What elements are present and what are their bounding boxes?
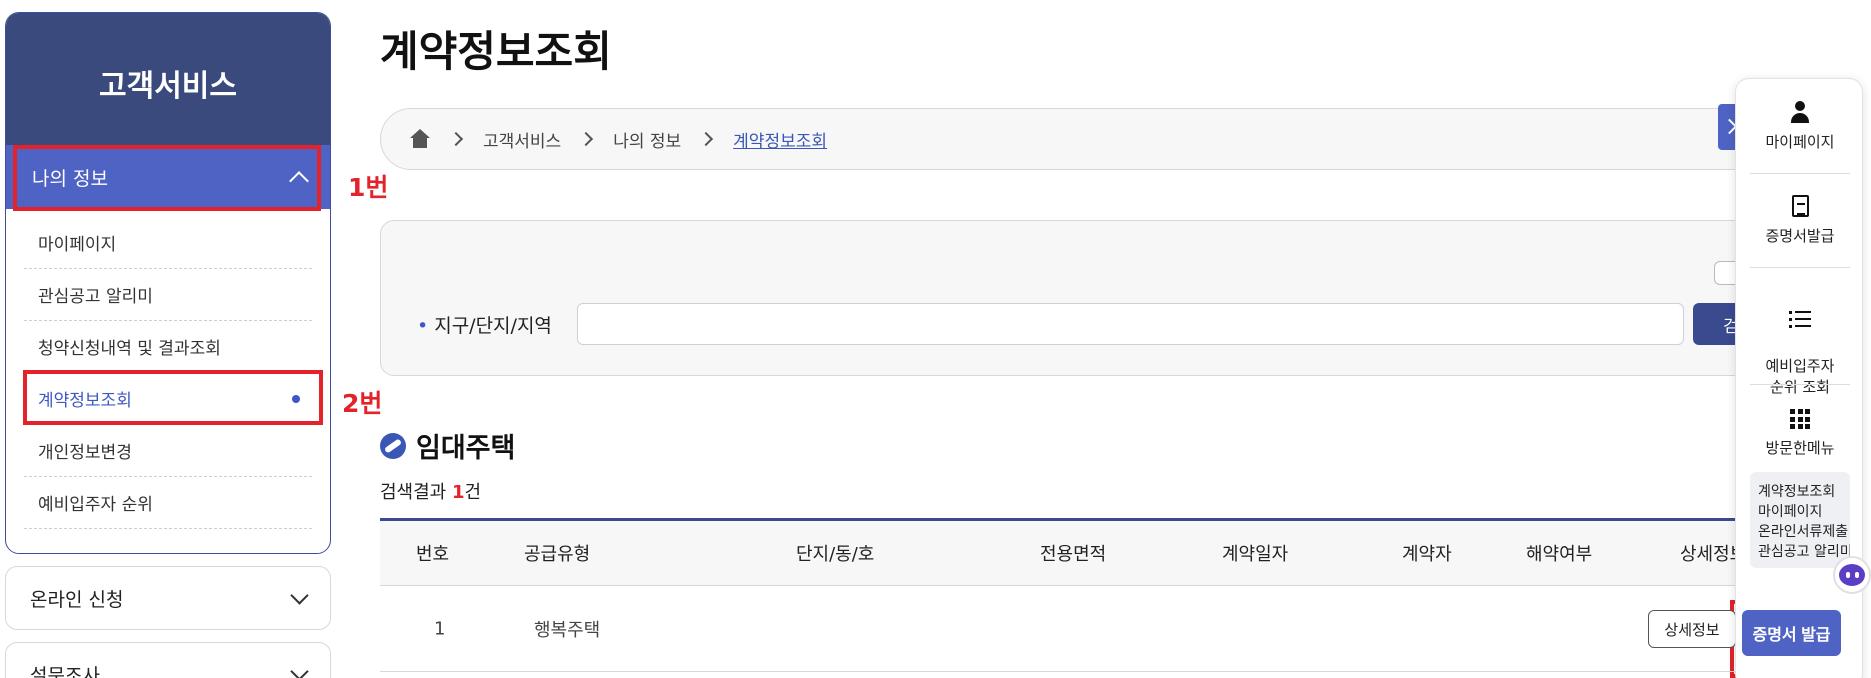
- issue-certificate-button[interactable]: 증명서 발급: [1742, 610, 1841, 656]
- breadcrumb-item[interactable]: 고객서비스: [483, 127, 561, 152]
- menu-survey-label: 설문조사: [30, 664, 100, 678]
- column-header: 계약일자: [1222, 544, 1289, 565]
- quick-item-waitlist[interactable]: 예비입주자 순위 조회: [1750, 291, 1850, 415]
- result-count: 검색결과 1건: [380, 478, 481, 504]
- column-header: 단지/동/호: [796, 544, 875, 565]
- table-header: 번호 공급유형 단지/동/호 전용면적 계약일자 계약자 해약여부 상세정보: [380, 518, 1770, 586]
- column-header: 번호: [416, 544, 450, 565]
- recent-item[interactable]: 관심공고 알리미: [1758, 542, 1850, 562]
- breadcrumb-current[interactable]: 계약정보조회: [733, 127, 827, 152]
- recent-item[interactable]: 온라인서류제출: [1758, 522, 1848, 542]
- chevron-right-icon: [699, 131, 714, 147]
- submenu-my-info: 마이페이지 관심공고 알리미 청약신청내역 및 결과조회 계약정보조회 개인정보…: [6, 209, 330, 529]
- grid-icon: [1790, 409, 1810, 429]
- quick-item-label: 방문한메뉴: [1765, 439, 1835, 457]
- sidebar-item-label: 예비입주자 순위: [38, 495, 153, 515]
- column-header: 해약여부: [1526, 544, 1593, 565]
- sidebar-item-personal-info[interactable]: 개인정보변경: [24, 425, 312, 477]
- search-label: • 지구/단지/지역: [417, 311, 552, 338]
- recent-menu-list: 계약정보조회 마이페이지 온라인서류제출 관심공고 알리미: [1750, 472, 1850, 568]
- chevron-right-icon: [579, 131, 594, 147]
- person-icon: [1790, 101, 1810, 123]
- result-count-number: 1: [451, 482, 465, 503]
- menu-survey[interactable]: 설문조사: [5, 642, 331, 678]
- rental-house-icon: [380, 432, 406, 459]
- divider: [1750, 384, 1850, 385]
- annotation-box-1: [13, 145, 321, 211]
- quick-item-visited[interactable]: 방문한메뉴: [1750, 409, 1850, 458]
- detail-info-button[interactable]: 상세정보: [1648, 610, 1736, 648]
- sidebar-title: 고객서비스: [6, 13, 330, 145]
- sidebar-item-label: 관심공고 알리미: [38, 287, 153, 307]
- cell-supply-type: 행복주택: [534, 619, 601, 641]
- annotation-label-1: 1번: [348, 173, 389, 202]
- result-suffix: 건: [464, 482, 482, 503]
- sidebar-item-interest-alert[interactable]: 관심공고 알리미: [24, 269, 312, 321]
- divider: [1750, 173, 1850, 174]
- sidebar-item-label: 마이페이지: [38, 235, 117, 255]
- chatbot-icon[interactable]: [1833, 556, 1871, 594]
- annotation-label-2: 2번: [342, 389, 383, 418]
- cell-number: 1: [434, 618, 446, 639]
- contract-table: 번호 공급유형 단지/동/호 전용면적 계약일자 계약자 해약여부 상세정보 1…: [380, 518, 1770, 672]
- home-icon[interactable]: [409, 129, 431, 149]
- quick-item-label: 마이페이지: [1765, 133, 1835, 151]
- breadcrumb-item[interactable]: 나의 정보: [613, 127, 681, 152]
- chevron-down-icon: [290, 585, 309, 605]
- sidebar-item-waitlist-rank[interactable]: 예비입주자 순위: [24, 477, 312, 529]
- search-label-text: 지구/단지/지역: [434, 315, 552, 337]
- quick-item-mypage[interactable]: 마이페이지: [1750, 101, 1850, 152]
- recent-item[interactable]: 마이페이지: [1758, 502, 1842, 522]
- sidebar-item-mypage[interactable]: 마이페이지: [24, 217, 312, 269]
- recent-item[interactable]: 계약정보조회: [1758, 482, 1842, 502]
- sidebar: 고객서비스 나의 정보 마이페이지 관심공고 알리미 청약신청내역 및 결과조회…: [5, 12, 331, 678]
- section-title: 임대주택: [380, 426, 515, 465]
- annotation-box-2: [23, 370, 323, 425]
- search-panel: •지구/단지/지역 검색: [380, 220, 1793, 376]
- result-prefix: 검색결과: [380, 482, 452, 503]
- menu-online-apply-label: 온라인 신청: [30, 588, 124, 611]
- column-header: 공급유형: [524, 544, 591, 565]
- chevron-right-icon: [448, 131, 464, 147]
- quick-item-certificate[interactable]: 증명서발급: [1750, 195, 1850, 246]
- sidebar-item-label: 개인정보변경: [38, 443, 132, 463]
- chevron-down-icon: [290, 661, 309, 678]
- bullet-icon: •: [417, 315, 429, 337]
- sidebar-card: 고객서비스 나의 정보 마이페이지 관심공고 알리미 청약신청내역 및 결과조회…: [5, 12, 331, 554]
- divider: [1750, 267, 1850, 268]
- sidebar-item-label: 청약신청내역 및 결과조회: [38, 339, 221, 359]
- document-icon: [1791, 195, 1809, 217]
- quick-item-label: 예비입주자 순위 조회: [1765, 357, 1835, 396]
- breadcrumb: 고객서비스 나의 정보 계약정보조회: [380, 108, 1770, 170]
- section-title-text: 임대주택: [416, 433, 516, 464]
- sidebar-item-application-history[interactable]: 청약신청내역 및 결과조회: [24, 321, 312, 373]
- numbered-list-icon: [1789, 309, 1811, 329]
- quick-item-label: 증명서발급: [1765, 227, 1835, 245]
- column-header: 계약자: [1402, 544, 1452, 565]
- table-row: 1 행복주택 상세정보: [380, 586, 1770, 672]
- column-header: 전용면적: [1040, 544, 1107, 565]
- search-input[interactable]: [577, 303, 1684, 345]
- page-title: 계약정보조회: [380, 27, 612, 76]
- menu-online-apply[interactable]: 온라인 신청: [5, 566, 331, 630]
